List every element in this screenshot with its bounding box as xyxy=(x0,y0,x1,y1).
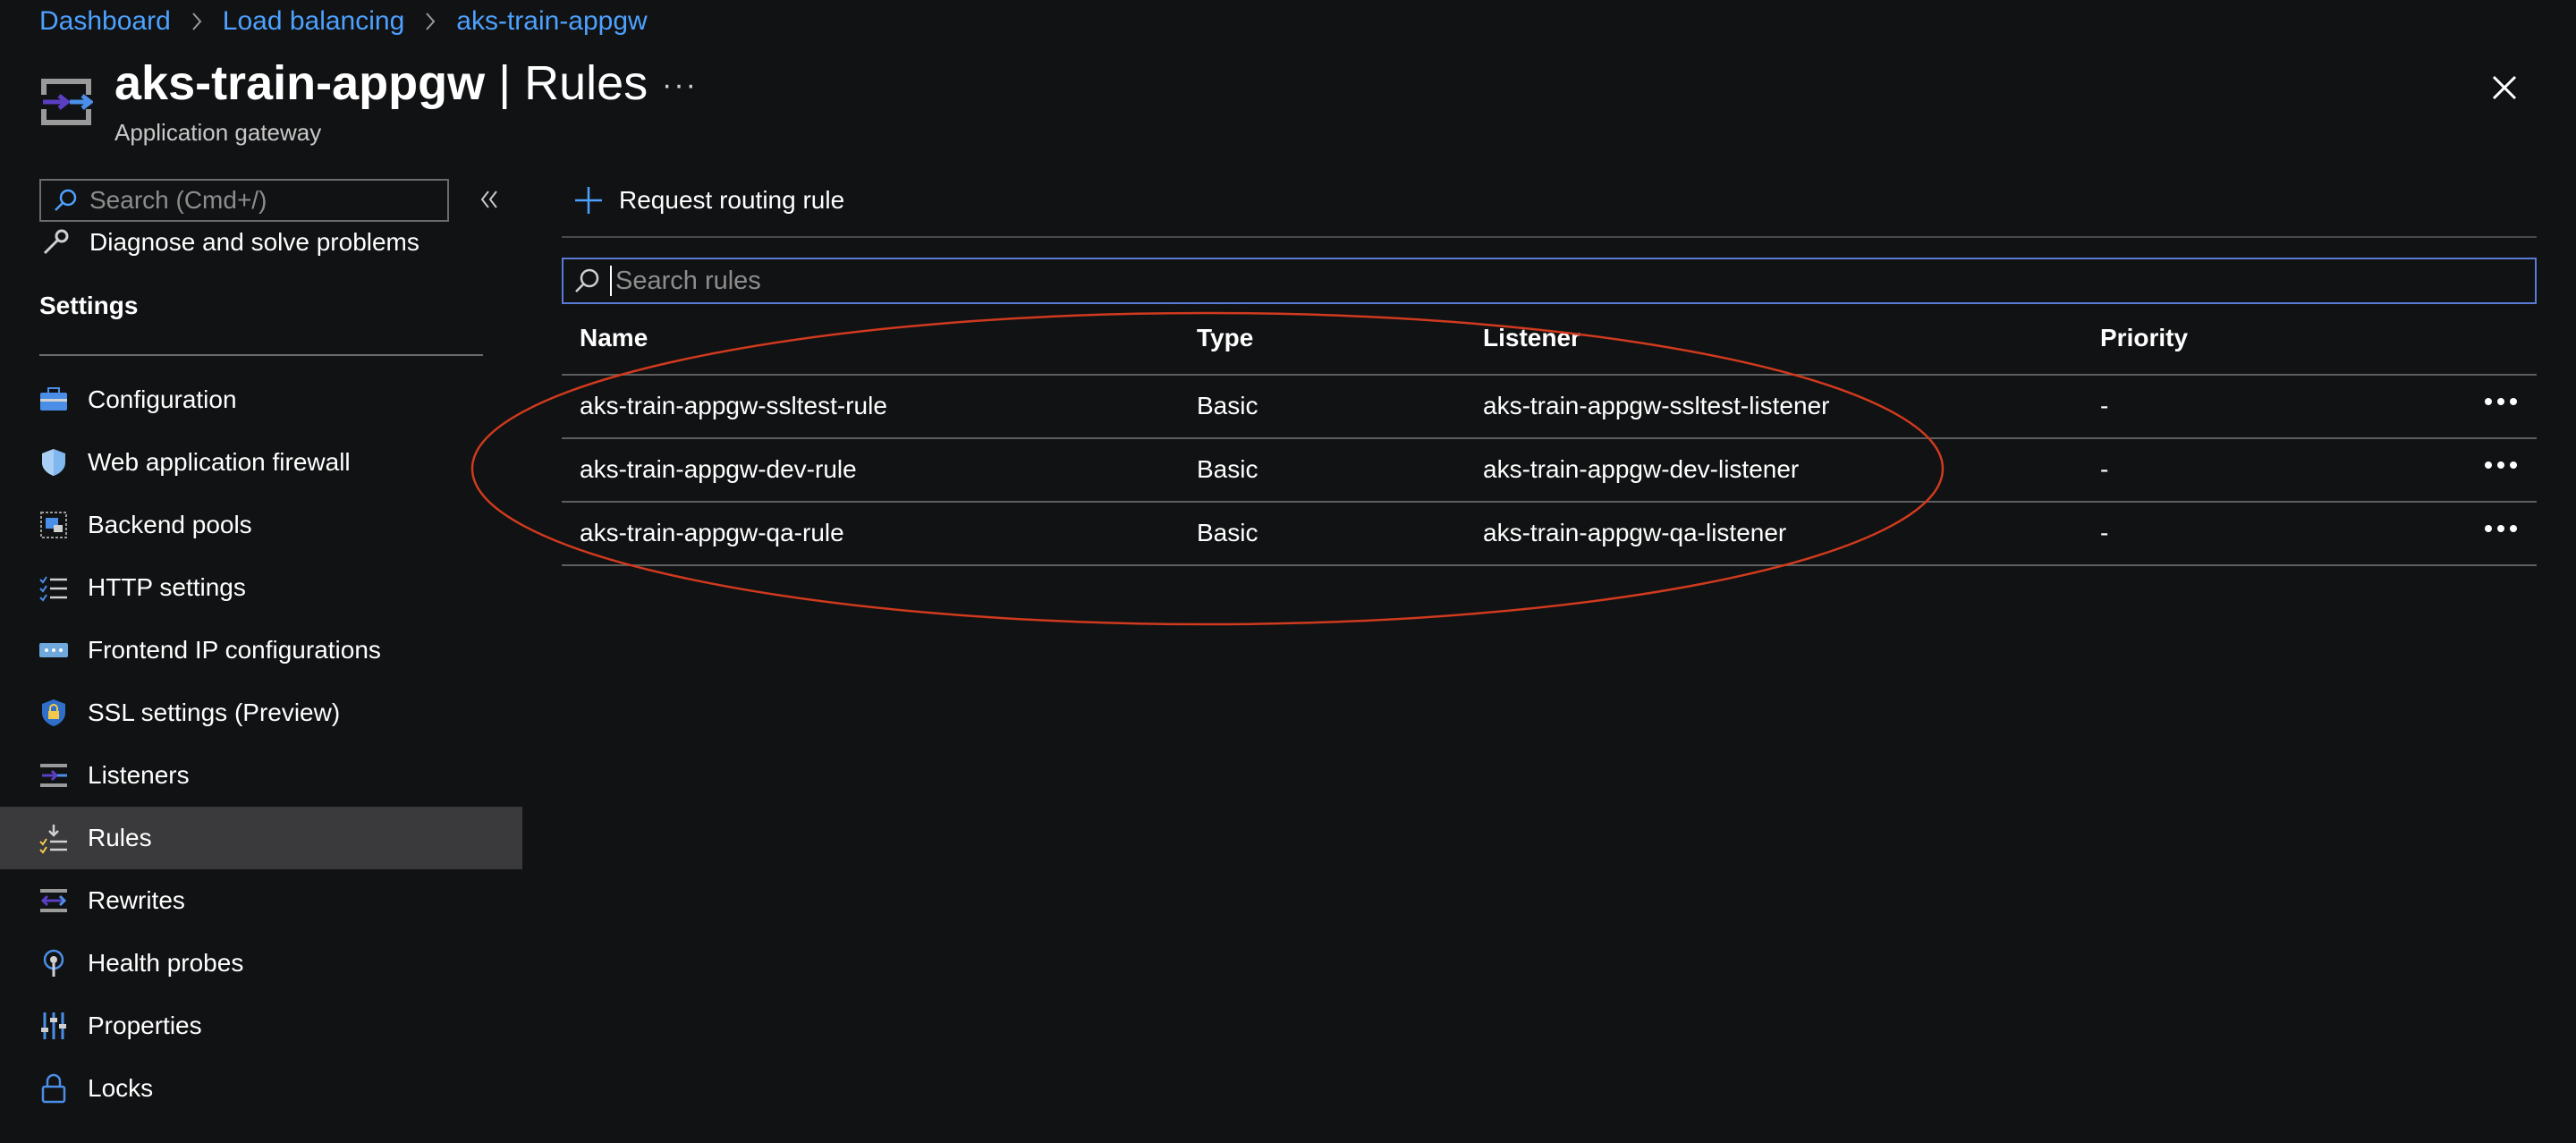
health-probe-icon xyxy=(43,949,64,977)
rules-icon xyxy=(39,825,67,854)
sidebar-item-health-probes[interactable]: Health probes xyxy=(0,932,522,995)
title-separator: | xyxy=(498,56,512,110)
sidebar-item-diagnose[interactable]: Diagnose and solve problems xyxy=(39,229,419,256)
breadcrumb-aks-train-appgw[interactable]: aks-train-appgw xyxy=(456,6,647,37)
divider xyxy=(39,354,483,356)
column-header-listener[interactable]: Listener xyxy=(1483,324,1580,352)
breadcrumb-dashboard[interactable]: Dashboard xyxy=(39,6,171,37)
chevron-right-icon xyxy=(424,12,436,31)
wrench-icon xyxy=(43,229,69,255)
sidebar-item-ssl-settings[interactable]: SSL settings (Preview) xyxy=(0,682,522,744)
rules-table: Name Type Listener Priority aks-train-ap… xyxy=(562,315,2537,566)
search-rules-input[interactable] xyxy=(614,265,2496,297)
page-title: aks-train-appgw | Rules xyxy=(114,55,648,111)
text-caret xyxy=(610,266,612,296)
ellipsis-icon[interactable] xyxy=(2481,388,2521,415)
breadcrumb-load-balancing[interactable]: Load balancing xyxy=(223,6,405,37)
sidebar-item-label: Listeners xyxy=(88,761,190,789)
sidebar-item-label: Properties xyxy=(88,1012,202,1039)
rules-search[interactable] xyxy=(562,258,2537,304)
rule-listener: aks-train-appgw-dev-listener xyxy=(1483,455,1800,483)
resource-type: Application gateway xyxy=(114,119,322,146)
sidebar-item-configuration[interactable]: Configuration xyxy=(0,368,522,431)
application-gateway-icon xyxy=(41,79,93,125)
table-header: Name Type Listener Priority xyxy=(562,315,2537,376)
frontend-ip-icon xyxy=(39,643,68,657)
search-icon xyxy=(575,268,599,292)
ellipsis-icon[interactable] xyxy=(2481,515,2521,542)
ellipsis-icon[interactable]: ··· xyxy=(662,68,698,103)
listeners-icon xyxy=(40,764,67,787)
rewrites-icon xyxy=(40,889,67,912)
column-header-name[interactable]: Name xyxy=(580,324,648,352)
double-chevron-left-icon[interactable] xyxy=(478,186,501,213)
column-header-type[interactable]: Type xyxy=(1197,324,1253,352)
rule-name[interactable]: aks-train-appgw-qa-rule xyxy=(580,519,844,547)
rule-priority: - xyxy=(2100,519,2109,546)
configuration-icon xyxy=(40,387,67,411)
sidebar-item-label: Frontend IP configurations xyxy=(88,636,381,664)
ellipsis-icon[interactable] xyxy=(2481,452,2521,478)
sidebar-item-http-settings[interactable]: HTTP settings xyxy=(0,556,522,619)
lock-shield-icon xyxy=(42,699,65,726)
backend-pools-icon xyxy=(40,512,67,538)
rule-priority: - xyxy=(2100,392,2109,419)
sidebar-item-label: Rules xyxy=(88,824,152,851)
close-icon[interactable] xyxy=(2487,70,2522,106)
sidebar-item-label: Diagnose and solve problems xyxy=(89,229,419,256)
add-button-label: Request routing rule xyxy=(619,186,845,214)
sidebar-item-label: SSL settings (Preview) xyxy=(88,698,341,726)
table-row[interactable]: aks-train-appgw-dev-rule Basic aks-train… xyxy=(562,439,2537,503)
divider xyxy=(562,236,2537,238)
shield-icon xyxy=(42,449,65,476)
sidebar-item-web-application-firewall[interactable]: Web application firewall xyxy=(0,431,522,494)
search-icon xyxy=(55,189,77,211)
sidebar-item-listeners[interactable]: Listeners xyxy=(0,744,522,807)
lock-icon xyxy=(41,1073,66,1104)
chevron-right-icon xyxy=(191,12,203,31)
sidebar-item-label: Locks xyxy=(88,1074,154,1102)
sidebar-item-label: Configuration xyxy=(88,385,237,413)
sidebar: Diagnose and solve problems Settings Con… xyxy=(0,170,522,1143)
rule-type: Basic xyxy=(1197,455,1258,483)
sidebar-item-label: Health probes xyxy=(88,949,244,977)
sidebar-item-backend-pools[interactable]: Backend pools xyxy=(0,494,522,556)
sidebar-item-label: Web application firewall xyxy=(88,448,351,476)
settings-section-title: Settings xyxy=(39,292,139,319)
resource-name: aks-train-appgw xyxy=(114,56,486,110)
sidebar-search[interactable] xyxy=(39,179,449,222)
page-name: Rules xyxy=(524,56,648,110)
sidebar-item-rewrites[interactable]: Rewrites xyxy=(0,869,522,932)
rule-priority: - xyxy=(2100,455,2109,483)
table-row[interactable]: aks-train-appgw-qa-rule Basic aks-train-… xyxy=(562,503,2537,566)
sidebar-item-rules[interactable]: Rules xyxy=(0,807,522,869)
sidebar-item-frontend-ip-configurations[interactable]: Frontend IP configurations xyxy=(0,619,522,682)
sidebar-item-label: Backend pools xyxy=(88,511,252,538)
rule-type: Basic xyxy=(1197,519,1258,546)
sidebar-item-locks[interactable]: Locks xyxy=(0,1057,522,1120)
sidebar-item-label: HTTP settings xyxy=(88,573,246,601)
rule-type: Basic xyxy=(1197,392,1258,419)
add-request-routing-rule-button[interactable]: Request routing rule xyxy=(572,182,844,218)
rule-name[interactable]: aks-train-appgw-dev-rule xyxy=(580,455,857,484)
settings-nav: Configuration Web application firewall B… xyxy=(0,368,522,1120)
sidebar-item-label: Rewrites xyxy=(88,886,185,914)
rule-listener: aks-train-appgw-ssltest-listener xyxy=(1483,392,1830,419)
sidebar-search-input[interactable] xyxy=(88,185,431,216)
breadcrumb: Dashboard Load balancing aks-train-appgw xyxy=(39,5,648,38)
properties-icon xyxy=(41,1012,66,1039)
rule-listener: aks-train-appgw-qa-listener xyxy=(1483,519,1787,546)
rule-name[interactable]: aks-train-appgw-ssltest-rule xyxy=(580,392,887,420)
column-header-priority[interactable]: Priority xyxy=(2100,324,2188,352)
sidebar-item-properties[interactable]: Properties xyxy=(0,995,522,1057)
table-row[interactable]: aks-train-appgw-ssltest-rule Basic aks-t… xyxy=(562,376,2537,439)
plus-icon xyxy=(575,187,602,214)
list-check-icon xyxy=(39,576,67,602)
